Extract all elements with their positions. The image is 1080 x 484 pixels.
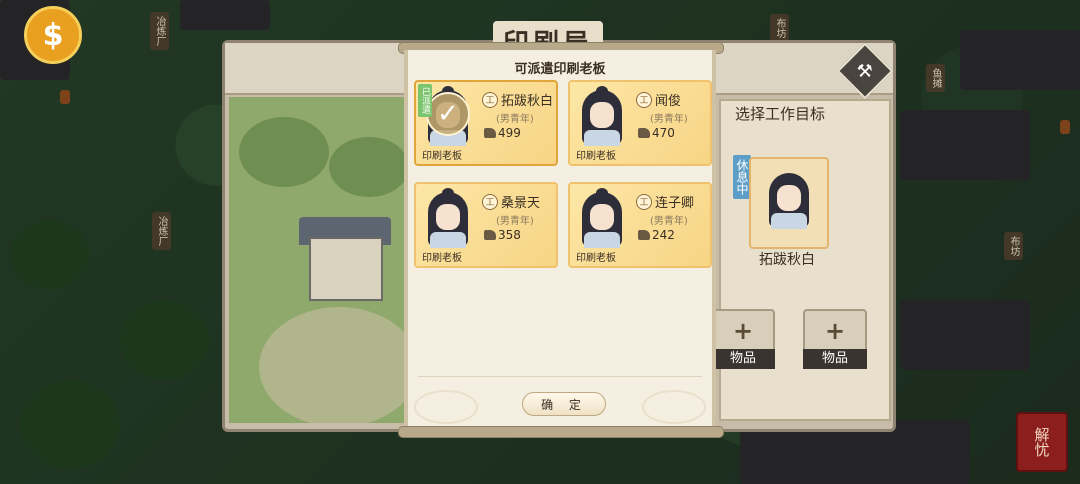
dispatch-dialog: 可派遣印刷老板 ✓ 已派遣 工 拓跋秋白 (男青年) 499 印刷老板 工 闻俊…	[404, 50, 716, 430]
plus-icon: +	[824, 317, 846, 345]
building-scene	[229, 97, 409, 423]
plus-icon: +	[732, 317, 754, 345]
skill-row: 499	[484, 126, 521, 140]
worker-name-row: 工 连子卿	[636, 192, 694, 211]
face-shape	[590, 102, 614, 128]
map-location-tag[interactable]: 布坊	[770, 14, 789, 42]
skill-row: 470	[638, 126, 675, 140]
skill-value: 470	[652, 126, 675, 140]
map-location-tag[interactable]: 冶炼厂	[150, 12, 169, 50]
face-shape	[590, 204, 614, 230]
map-location-tag[interactable]: 鱼摊	[926, 64, 945, 92]
robe-shape	[584, 130, 620, 146]
selected-check-icon: ✓	[426, 92, 470, 136]
dispatched-tag: 已派遣	[418, 84, 432, 117]
worker-role: 印刷老板	[576, 151, 616, 162]
skill-row: 358	[484, 228, 521, 242]
craft-icon: 工	[636, 193, 652, 210]
seal-menu-button[interactable]: 解忧	[1016, 412, 1068, 472]
avatar	[576, 188, 628, 248]
worker-name-row: 工 拓跋秋白	[482, 90, 553, 109]
decorative-swirl	[642, 390, 706, 424]
scroll-bottom-rod	[398, 426, 724, 438]
house	[309, 237, 383, 301]
face-shape	[777, 185, 801, 211]
currency-button[interactable]: $	[24, 6, 82, 64]
avatar	[576, 86, 628, 146]
worker-card[interactable]: ✓ 已派遣 工 拓跋秋白 (男青年) 499 印刷老板	[414, 80, 558, 166]
current-worker-name: 拓跋秋白	[759, 252, 815, 268]
skill-value: 242	[652, 228, 675, 242]
worker-card[interactable]: 工 连子卿 (男青年) 242 印刷老板	[568, 182, 712, 268]
current-worker-portrait[interactable]	[749, 157, 829, 249]
worker-card[interactable]: 工 闻俊 (男青年) 470 印刷老板	[568, 80, 712, 166]
craft-icon: 工	[482, 91, 498, 108]
item-slot[interactable]: + 物品	[711, 309, 775, 369]
craft-icon: 工	[636, 91, 652, 108]
skill-icon	[638, 230, 650, 240]
dialog-title: 可派遣印刷老板	[514, 62, 606, 77]
skill-row: 242	[638, 228, 675, 242]
worker-name: 拓跋秋白	[501, 94, 554, 109]
item-slot[interactable]: + 物品	[803, 309, 867, 369]
worker-role: 印刷老板	[576, 253, 616, 264]
worker-role: 印刷老板	[422, 151, 462, 162]
hammer-icon: ⚒	[856, 60, 874, 82]
dirt-path	[259, 307, 409, 423]
worker-name: 桑景天	[501, 196, 541, 211]
skill-value: 358	[498, 228, 521, 242]
worker-role: 印刷老板	[422, 253, 462, 264]
skill-value: 499	[498, 126, 521, 140]
worker-gender: (男青年)	[496, 114, 534, 125]
decorative-swirl	[414, 390, 478, 424]
worker-name-row: 工 桑景天	[482, 192, 540, 211]
select-goal-label: 选择工作目标	[735, 105, 826, 123]
map-location-tag[interactable]: 布坊	[1004, 232, 1023, 260]
robe-shape	[771, 213, 807, 229]
grass-patch	[329, 137, 409, 197]
worker-gender: (男青年)	[650, 114, 688, 125]
grass-patch	[239, 117, 329, 187]
avatar	[422, 188, 474, 248]
avatar	[763, 173, 815, 229]
confirm-button[interactable]: 确 定	[522, 392, 606, 416]
worker-gender: (男青年)	[650, 216, 688, 227]
worker-name-row: 工 闻俊	[636, 90, 681, 109]
skill-icon	[484, 128, 496, 138]
skill-icon	[638, 128, 650, 138]
worker-card[interactable]: 工 桑景天 (男青年) 358 印刷老板	[414, 182, 558, 268]
item-slot-label: 物品	[711, 349, 775, 369]
worker-name: 连子卿	[655, 196, 695, 211]
skill-icon	[484, 230, 496, 240]
face-shape	[436, 204, 460, 230]
robe-shape	[584, 232, 620, 248]
worker-name: 闻俊	[655, 94, 682, 109]
divider	[418, 376, 702, 377]
item-slot-label: 物品	[803, 349, 867, 369]
map-location-tag[interactable]: 冶炼厂	[152, 212, 171, 250]
craft-icon: 工	[482, 193, 498, 210]
worker-gender: (男青年)	[496, 216, 534, 227]
robe-shape	[430, 232, 466, 248]
